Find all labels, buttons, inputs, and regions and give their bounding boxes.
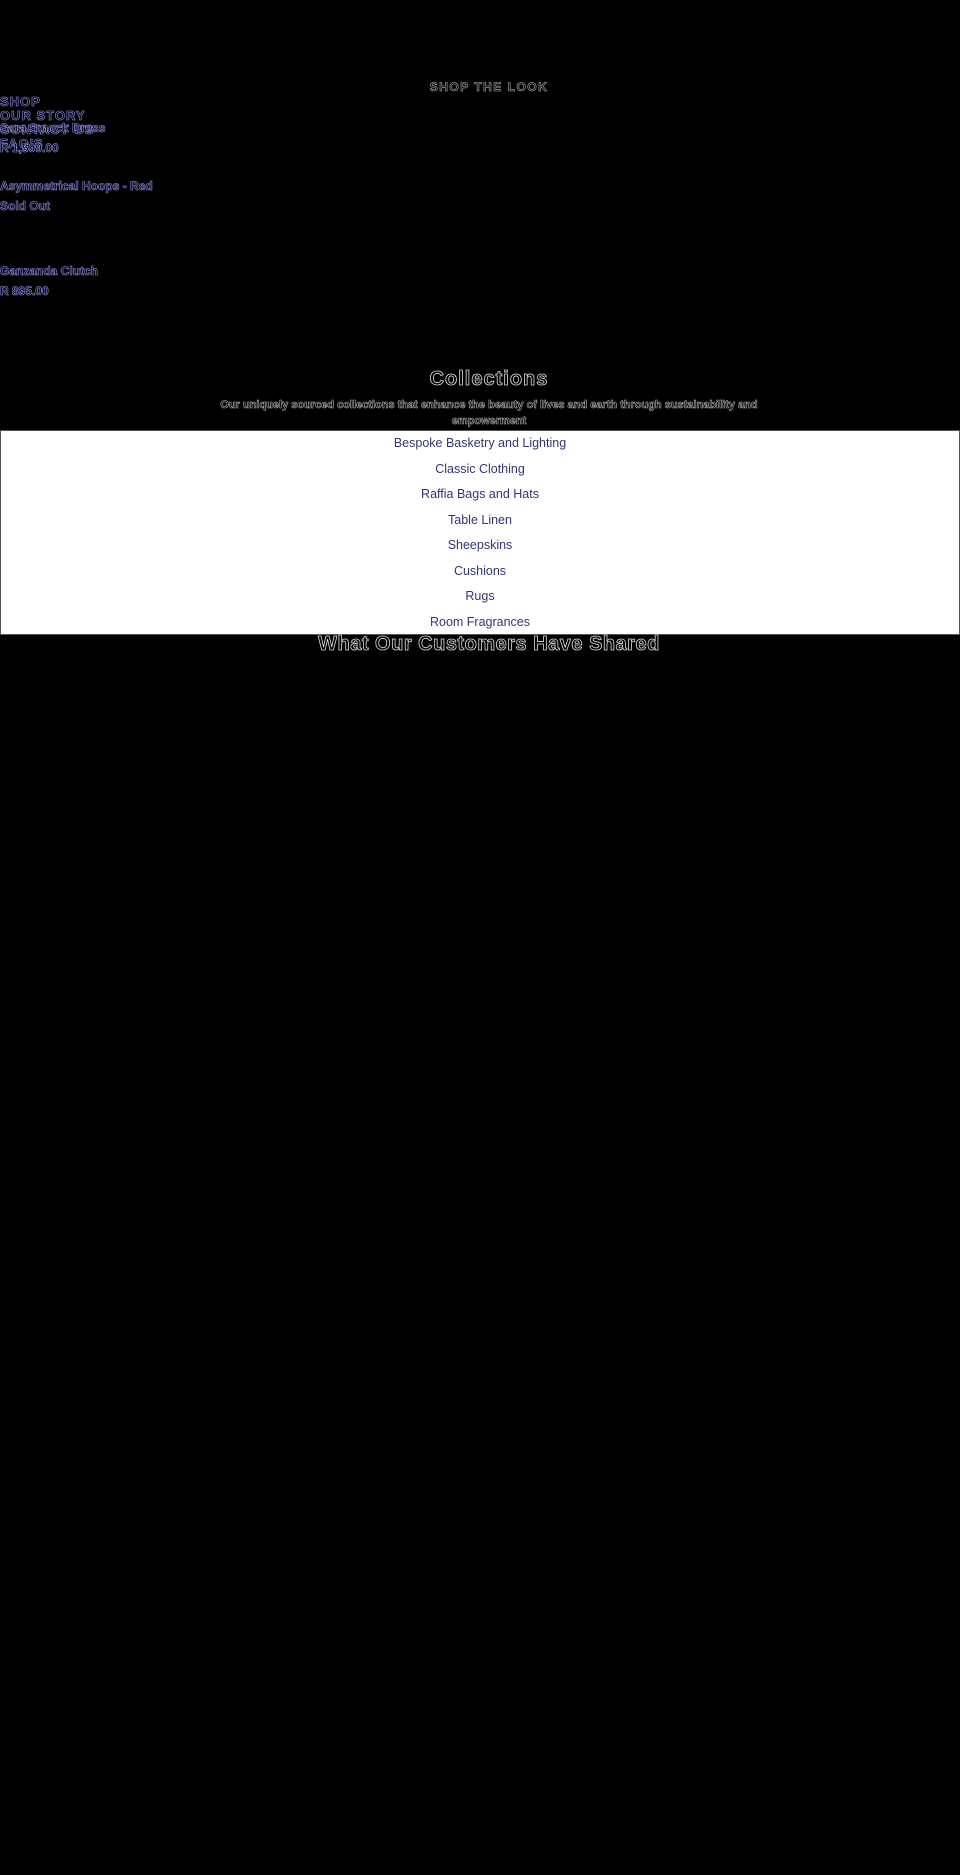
collections-heading: Collections	[429, 368, 549, 391]
collections-list: Bespoke Basketry and Lighting Classic Cl…	[1, 431, 959, 635]
collection-link-classic-clothing[interactable]: Classic Clothing	[1, 457, 959, 483]
product-name[interactable]: Asymmetrical Hoops - Red	[0, 176, 960, 196]
collection-link-cushions[interactable]: Cushions	[1, 559, 959, 585]
product-name[interactable]: Ganzanda Clutch	[0, 261, 960, 281]
collection-link-table-linen[interactable]: Table Linen	[1, 508, 959, 534]
product-price: R 1,599.00	[0, 141, 59, 156]
product-status-sold-out: Sold Out	[0, 199, 50, 214]
collections-panel: Bespoke Basketry and Lighting Classic Cl…	[0, 430, 960, 635]
collection-link-bespoke-basketry[interactable]: Bespoke Basketry and Lighting	[1, 431, 959, 457]
collection-link-sheepskins[interactable]: Sheepskins	[1, 533, 959, 559]
product-card[interactable]: Sara Smock Dress R 1,599.00	[0, 118, 960, 158]
product-price: R 895.00	[0, 284, 49, 299]
collection-link-rugs[interactable]: Rugs	[1, 584, 959, 610]
shop-the-look-title: SHOP THE LOOK	[429, 80, 549, 95]
product-card[interactable]: Ganzanda Clutch R 895.00	[0, 261, 960, 301]
product-name[interactable]: Sara Smock Dress	[0, 118, 960, 138]
collections-description: Our uniquely sourced collections that en…	[220, 399, 758, 428]
collection-link-raffia-bags[interactable]: Raffia Bags and Hats	[1, 482, 959, 508]
collection-link-room-fragrances[interactable]: Room Fragrances	[1, 610, 959, 636]
product-card[interactable]: Asymmetrical Hoops - Red Sold Out	[0, 176, 960, 216]
testimonials-heading: What Our Customers Have Shared	[318, 633, 660, 656]
nav-item-shop[interactable]: SHOP	[0, 94, 94, 109]
